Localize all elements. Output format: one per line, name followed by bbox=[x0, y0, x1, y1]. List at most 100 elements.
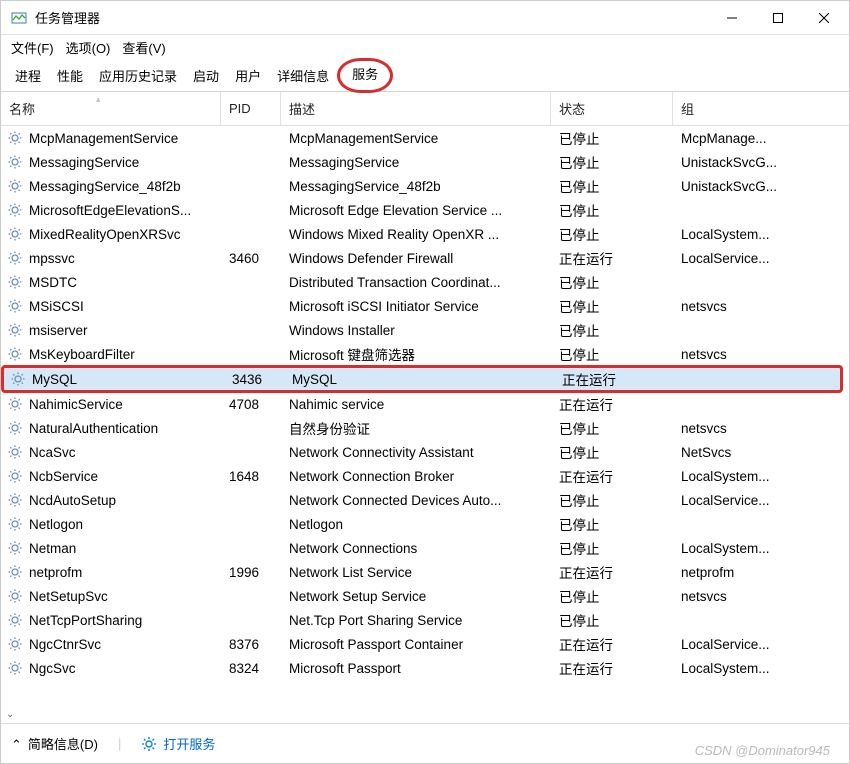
minimize-button[interactable] bbox=[709, 2, 755, 34]
service-status: 已停止 bbox=[551, 200, 673, 220]
service-name: NahimicService bbox=[29, 397, 123, 412]
service-desc: Network Setup Service bbox=[281, 589, 551, 604]
gear-icon bbox=[141, 736, 157, 752]
service-row[interactable]: NaturalAuthentication自然身份验证已停止netsvcs bbox=[1, 416, 849, 440]
tab-3[interactable]: 启动 bbox=[185, 60, 227, 91]
footer: ⌃简略信息(D) | 打开服务 bbox=[1, 723, 849, 763]
service-name: mpssvc bbox=[29, 251, 75, 266]
menu-options[interactable]: 选项(O) bbox=[66, 38, 111, 57]
service-gear-icon bbox=[7, 346, 23, 362]
tab-1[interactable]: 性能 bbox=[49, 60, 91, 91]
tab-2[interactable]: 应用历史记录 bbox=[91, 60, 185, 91]
service-row[interactable]: MSDTCDistributed Transaction Coordinat..… bbox=[1, 270, 849, 294]
service-row[interactable]: MicrosoftEdgeElevationS...Microsoft Edge… bbox=[1, 198, 849, 222]
service-row[interactable]: MixedRealityOpenXRSvcWindows Mixed Reali… bbox=[1, 222, 849, 246]
service-row[interactable]: NcbService1648Network Connection Broker正… bbox=[1, 464, 849, 488]
close-button[interactable] bbox=[801, 2, 847, 34]
service-name: NetSetupSvc bbox=[29, 589, 108, 604]
task-manager-window: 任务管理器 文件(F) 选项(O) 查看(V) 进程性能应用历史记录启动用户详细… bbox=[0, 0, 850, 764]
service-row[interactable]: mpssvc3460Windows Defender Firewall正在运行L… bbox=[1, 246, 849, 270]
service-row[interactable]: MySQL3436MySQL正在运行 bbox=[1, 365, 843, 393]
service-group: netsvcs bbox=[673, 421, 803, 436]
service-row[interactable]: NetTcpPortSharingNet.Tcp Port Sharing Se… bbox=[1, 608, 849, 632]
service-gear-icon bbox=[10, 371, 26, 387]
service-name: netprofm bbox=[29, 565, 82, 580]
service-gear-icon bbox=[7, 636, 23, 652]
fewer-details-toggle[interactable]: ⌃简略信息(D) bbox=[11, 734, 98, 753]
service-row[interactable]: NetmanNetwork Connections已停止LocalSystem.… bbox=[1, 536, 849, 560]
menu-view[interactable]: 查看(V) bbox=[122, 38, 165, 57]
service-group: NetSvcs bbox=[673, 445, 803, 460]
service-group: netprofm bbox=[673, 565, 803, 580]
tab-0[interactable]: 进程 bbox=[7, 60, 49, 91]
col-status[interactable]: 状态 bbox=[551, 92, 673, 125]
service-desc: Net.Tcp Port Sharing Service bbox=[281, 613, 551, 628]
service-group: netsvcs bbox=[673, 589, 803, 604]
service-pid: 8376 bbox=[221, 637, 281, 652]
tab-4[interactable]: 用户 bbox=[227, 60, 269, 91]
service-row[interactable]: msiserverWindows Installer已停止 bbox=[1, 318, 849, 342]
tab-6[interactable]: 服务 bbox=[337, 58, 393, 93]
service-pid: 1648 bbox=[221, 469, 281, 484]
service-status: 已停止 bbox=[551, 320, 673, 340]
service-status: 正在运行 bbox=[551, 466, 673, 486]
services-list[interactable]: McpManagementServiceMcpManagementService… bbox=[1, 126, 849, 723]
service-desc: MessagingService_48f2b bbox=[281, 179, 551, 194]
service-status: 已停止 bbox=[551, 514, 673, 534]
service-desc: Network Connection Broker bbox=[281, 469, 551, 484]
service-row[interactable]: NetlogonNetlogon已停止 bbox=[1, 512, 849, 536]
service-name: Netlogon bbox=[29, 517, 83, 532]
service-gear-icon bbox=[7, 612, 23, 628]
service-desc: Windows Defender Firewall bbox=[281, 251, 551, 266]
service-row[interactable]: NcdAutoSetup Network Connected Devices Au… bbox=[1, 488, 849, 512]
service-status: 已停止 bbox=[551, 296, 673, 316]
service-row[interactable]: McpManagementServiceMcpManagementService… bbox=[1, 126, 849, 150]
service-status: 正在运行 bbox=[551, 658, 673, 678]
menubar: 文件(F) 选项(O) 查看(V) bbox=[1, 35, 849, 60]
open-services-link[interactable]: 打开服务 bbox=[141, 734, 215, 753]
service-row[interactable]: NgcSvc8324Microsoft Passport正在运行LocalSys… bbox=[1, 656, 849, 680]
service-desc: Distributed Transaction Coordinat... bbox=[281, 275, 551, 290]
col-group[interactable]: 组 bbox=[673, 92, 803, 125]
maximize-button[interactable] bbox=[755, 2, 801, 34]
service-name: NcdAutoSetup bbox=[29, 493, 116, 508]
titlebar: 任务管理器 bbox=[1, 1, 849, 35]
columns-header: 名称 PID 描述 状态 组 bbox=[1, 92, 849, 126]
service-row[interactable]: MSiSCSIMicrosoft iSCSI Initiator Service… bbox=[1, 294, 849, 318]
service-row[interactable]: MsKeyboardFilterMicrosoft 键盘筛选器已停止netsvc… bbox=[1, 342, 849, 366]
service-desc: Network Connections bbox=[281, 541, 551, 556]
service-name: MySQL bbox=[32, 372, 77, 387]
col-desc[interactable]: 描述 bbox=[281, 92, 551, 125]
service-row[interactable]: netprofm1996Network List Service正在运行netp… bbox=[1, 560, 849, 584]
service-row[interactable]: NgcCtnrSvc8376Microsoft Passport Contain… bbox=[1, 632, 849, 656]
service-desc: Microsoft Passport bbox=[281, 661, 551, 676]
service-row[interactable]: NahimicService4708Nahimic service正在运行 bbox=[1, 392, 849, 416]
service-pid: 3436 bbox=[224, 372, 284, 387]
service-gear-icon bbox=[7, 540, 23, 556]
service-status: 已停止 bbox=[551, 344, 673, 364]
service-desc: Nahimic service bbox=[281, 397, 551, 412]
menu-file[interactable]: 文件(F) bbox=[11, 38, 54, 57]
service-row[interactable]: NcaSvcNetwork Connectivity Assistant已停止N… bbox=[1, 440, 849, 464]
service-desc: Microsoft 键盘筛选器 bbox=[281, 344, 551, 364]
service-row[interactable]: MessagingServiceMessagingService已停止Unist… bbox=[1, 150, 849, 174]
service-status: 已停止 bbox=[551, 442, 673, 462]
service-pid: 3460 bbox=[221, 251, 281, 266]
service-group: netsvcs bbox=[673, 299, 803, 314]
service-status: 已停止 bbox=[551, 176, 673, 196]
service-desc: Network Connected Devices Auto... bbox=[281, 493, 551, 508]
service-gear-icon bbox=[7, 444, 23, 460]
service-name: NcaSvc bbox=[29, 445, 76, 460]
service-gear-icon bbox=[7, 660, 23, 676]
service-pid: 4708 bbox=[221, 397, 281, 412]
col-name[interactable]: 名称 bbox=[1, 92, 221, 125]
service-group: LocalSystem... bbox=[673, 469, 803, 484]
tab-5[interactable]: 详细信息 bbox=[269, 60, 337, 91]
col-pid[interactable]: PID bbox=[221, 92, 281, 125]
service-row[interactable]: MessagingService_48f2bMessagingService_4… bbox=[1, 174, 849, 198]
service-group: LocalSystem... bbox=[673, 227, 803, 242]
service-status: 已停止 bbox=[551, 224, 673, 244]
service-name: msiserver bbox=[29, 323, 88, 338]
service-desc: Microsoft Edge Elevation Service ... bbox=[281, 203, 551, 218]
service-row[interactable]: NetSetupSvcNetwork Setup Service已停止netsv… bbox=[1, 584, 849, 608]
